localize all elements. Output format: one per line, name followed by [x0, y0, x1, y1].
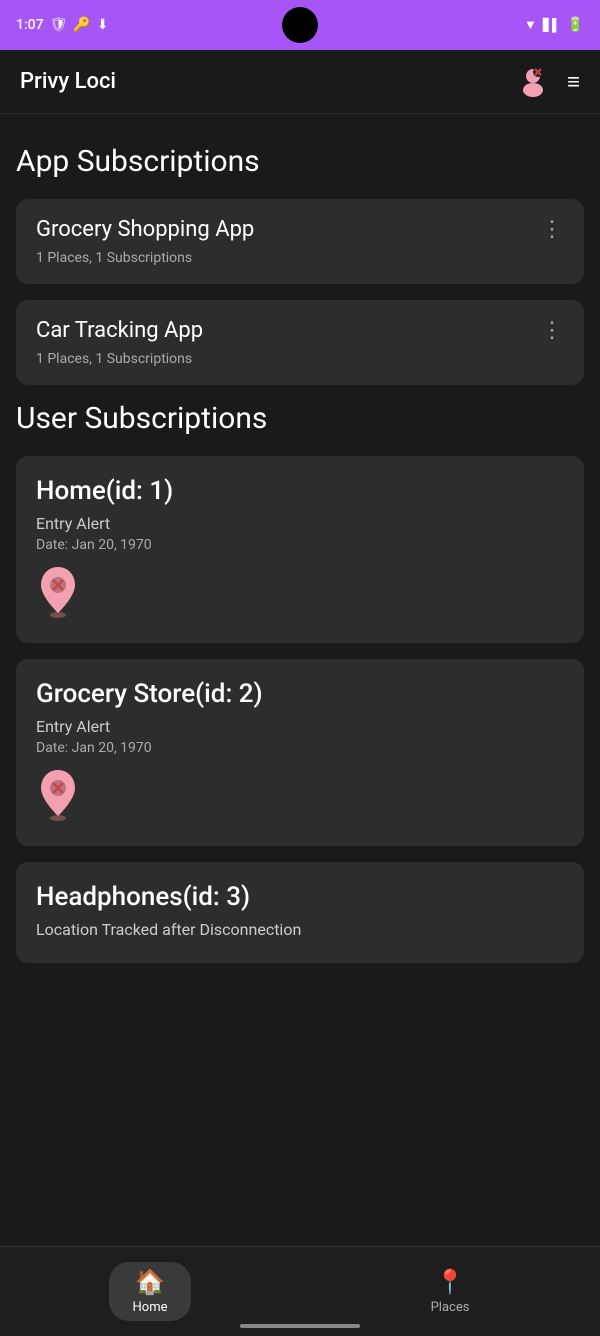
status-bar-right: ▼ ▋▌ 🔋: [524, 17, 584, 33]
home-subscription-card[interactable]: Home(id: 1) Entry Alert Date: Jan 20, 19…: [16, 456, 584, 643]
grocery-shopping-card[interactable]: Grocery Shopping App ⋮ 1 Places, 1 Subsc…: [16, 199, 584, 284]
home-card-title: Home(id: 1): [36, 476, 564, 506]
home-nav-label: Home: [133, 1300, 168, 1315]
avatar-icon[interactable]: [515, 64, 551, 100]
wifi-icon: ▼: [524, 17, 537, 33]
grocery-store-card-title: Grocery Store(id: 2): [36, 679, 564, 709]
grocery-app-subtitle: 1 Places, 1 Subscriptions: [36, 250, 564, 266]
headphones-card-title: Headphones(id: 3): [36, 882, 564, 912]
grocery-app-title: Grocery Shopping App: [36, 217, 254, 242]
home-location-pin-icon: [36, 565, 80, 619]
key-icon: 🔑: [73, 17, 90, 33]
home-indicator: [240, 1324, 360, 1328]
download-icon: ⬇: [97, 17, 109, 33]
grocery-app-menu-button[interactable]: ⋮: [541, 219, 564, 241]
car-app-subtitle: 1 Places, 1 Subscriptions: [36, 351, 564, 367]
app-bar-actions: ≡: [515, 64, 580, 100]
headphones-card-type: Location Tracked after Disconnection: [36, 920, 564, 939]
grocery-store-card-type: Entry Alert: [36, 717, 564, 736]
places-nav-icon: 📍: [435, 1268, 465, 1296]
status-bar-left: 1:07 🛡 🔑 ⬇: [16, 17, 109, 33]
grocery-store-subscription-card[interactable]: Grocery Store(id: 2) Entry Alert Date: J…: [16, 659, 584, 846]
app-bar: Privy Loci ≡: [0, 50, 600, 114]
headphones-subscription-card[interactable]: Headphones(id: 3) Location Tracked after…: [16, 862, 584, 963]
nav-places[interactable]: 📍 Places: [300, 1260, 600, 1323]
card-header: Grocery Shopping App ⋮: [36, 217, 564, 242]
shield-icon: 🛡: [50, 17, 68, 33]
main-content: App Subscriptions Grocery Shopping App ⋮…: [0, 114, 600, 1079]
status-bar: 1:07 🛡 🔑 ⬇ ▼ ▋▌ 🔋: [0, 0, 600, 50]
home-card-type: Entry Alert: [36, 514, 564, 533]
bottom-nav: 🏠 Home 📍 Places: [0, 1246, 600, 1336]
car-tracking-card[interactable]: Car Tracking App ⋮ 1 Places, 1 Subscript…: [16, 300, 584, 385]
places-nav-label: Places: [431, 1300, 470, 1315]
nav-home[interactable]: 🏠 Home: [0, 1254, 300, 1329]
home-nav-icon: 🏠: [135, 1268, 165, 1296]
signal-icon: ▋▌: [543, 18, 561, 32]
car-app-menu-button[interactable]: ⋮: [541, 320, 564, 342]
card-header-2: Car Tracking App ⋮: [36, 318, 564, 343]
camera-notch: [282, 7, 318, 43]
hamburger-menu-icon[interactable]: ≡: [567, 69, 580, 95]
grocery-store-card-date: Date: Jan 20, 1970: [36, 740, 564, 756]
car-app-title: Car Tracking App: [36, 318, 203, 343]
app-bar-title: Privy Loci: [20, 69, 116, 94]
status-time: 1:07: [16, 17, 44, 33]
user-subscriptions-title: User Subscriptions: [16, 401, 584, 436]
app-subscriptions-title: App Subscriptions: [16, 144, 584, 179]
grocery-location-pin-icon: [36, 768, 80, 822]
battery-icon: 🔋: [567, 17, 584, 33]
home-card-date: Date: Jan 20, 1970: [36, 537, 564, 553]
